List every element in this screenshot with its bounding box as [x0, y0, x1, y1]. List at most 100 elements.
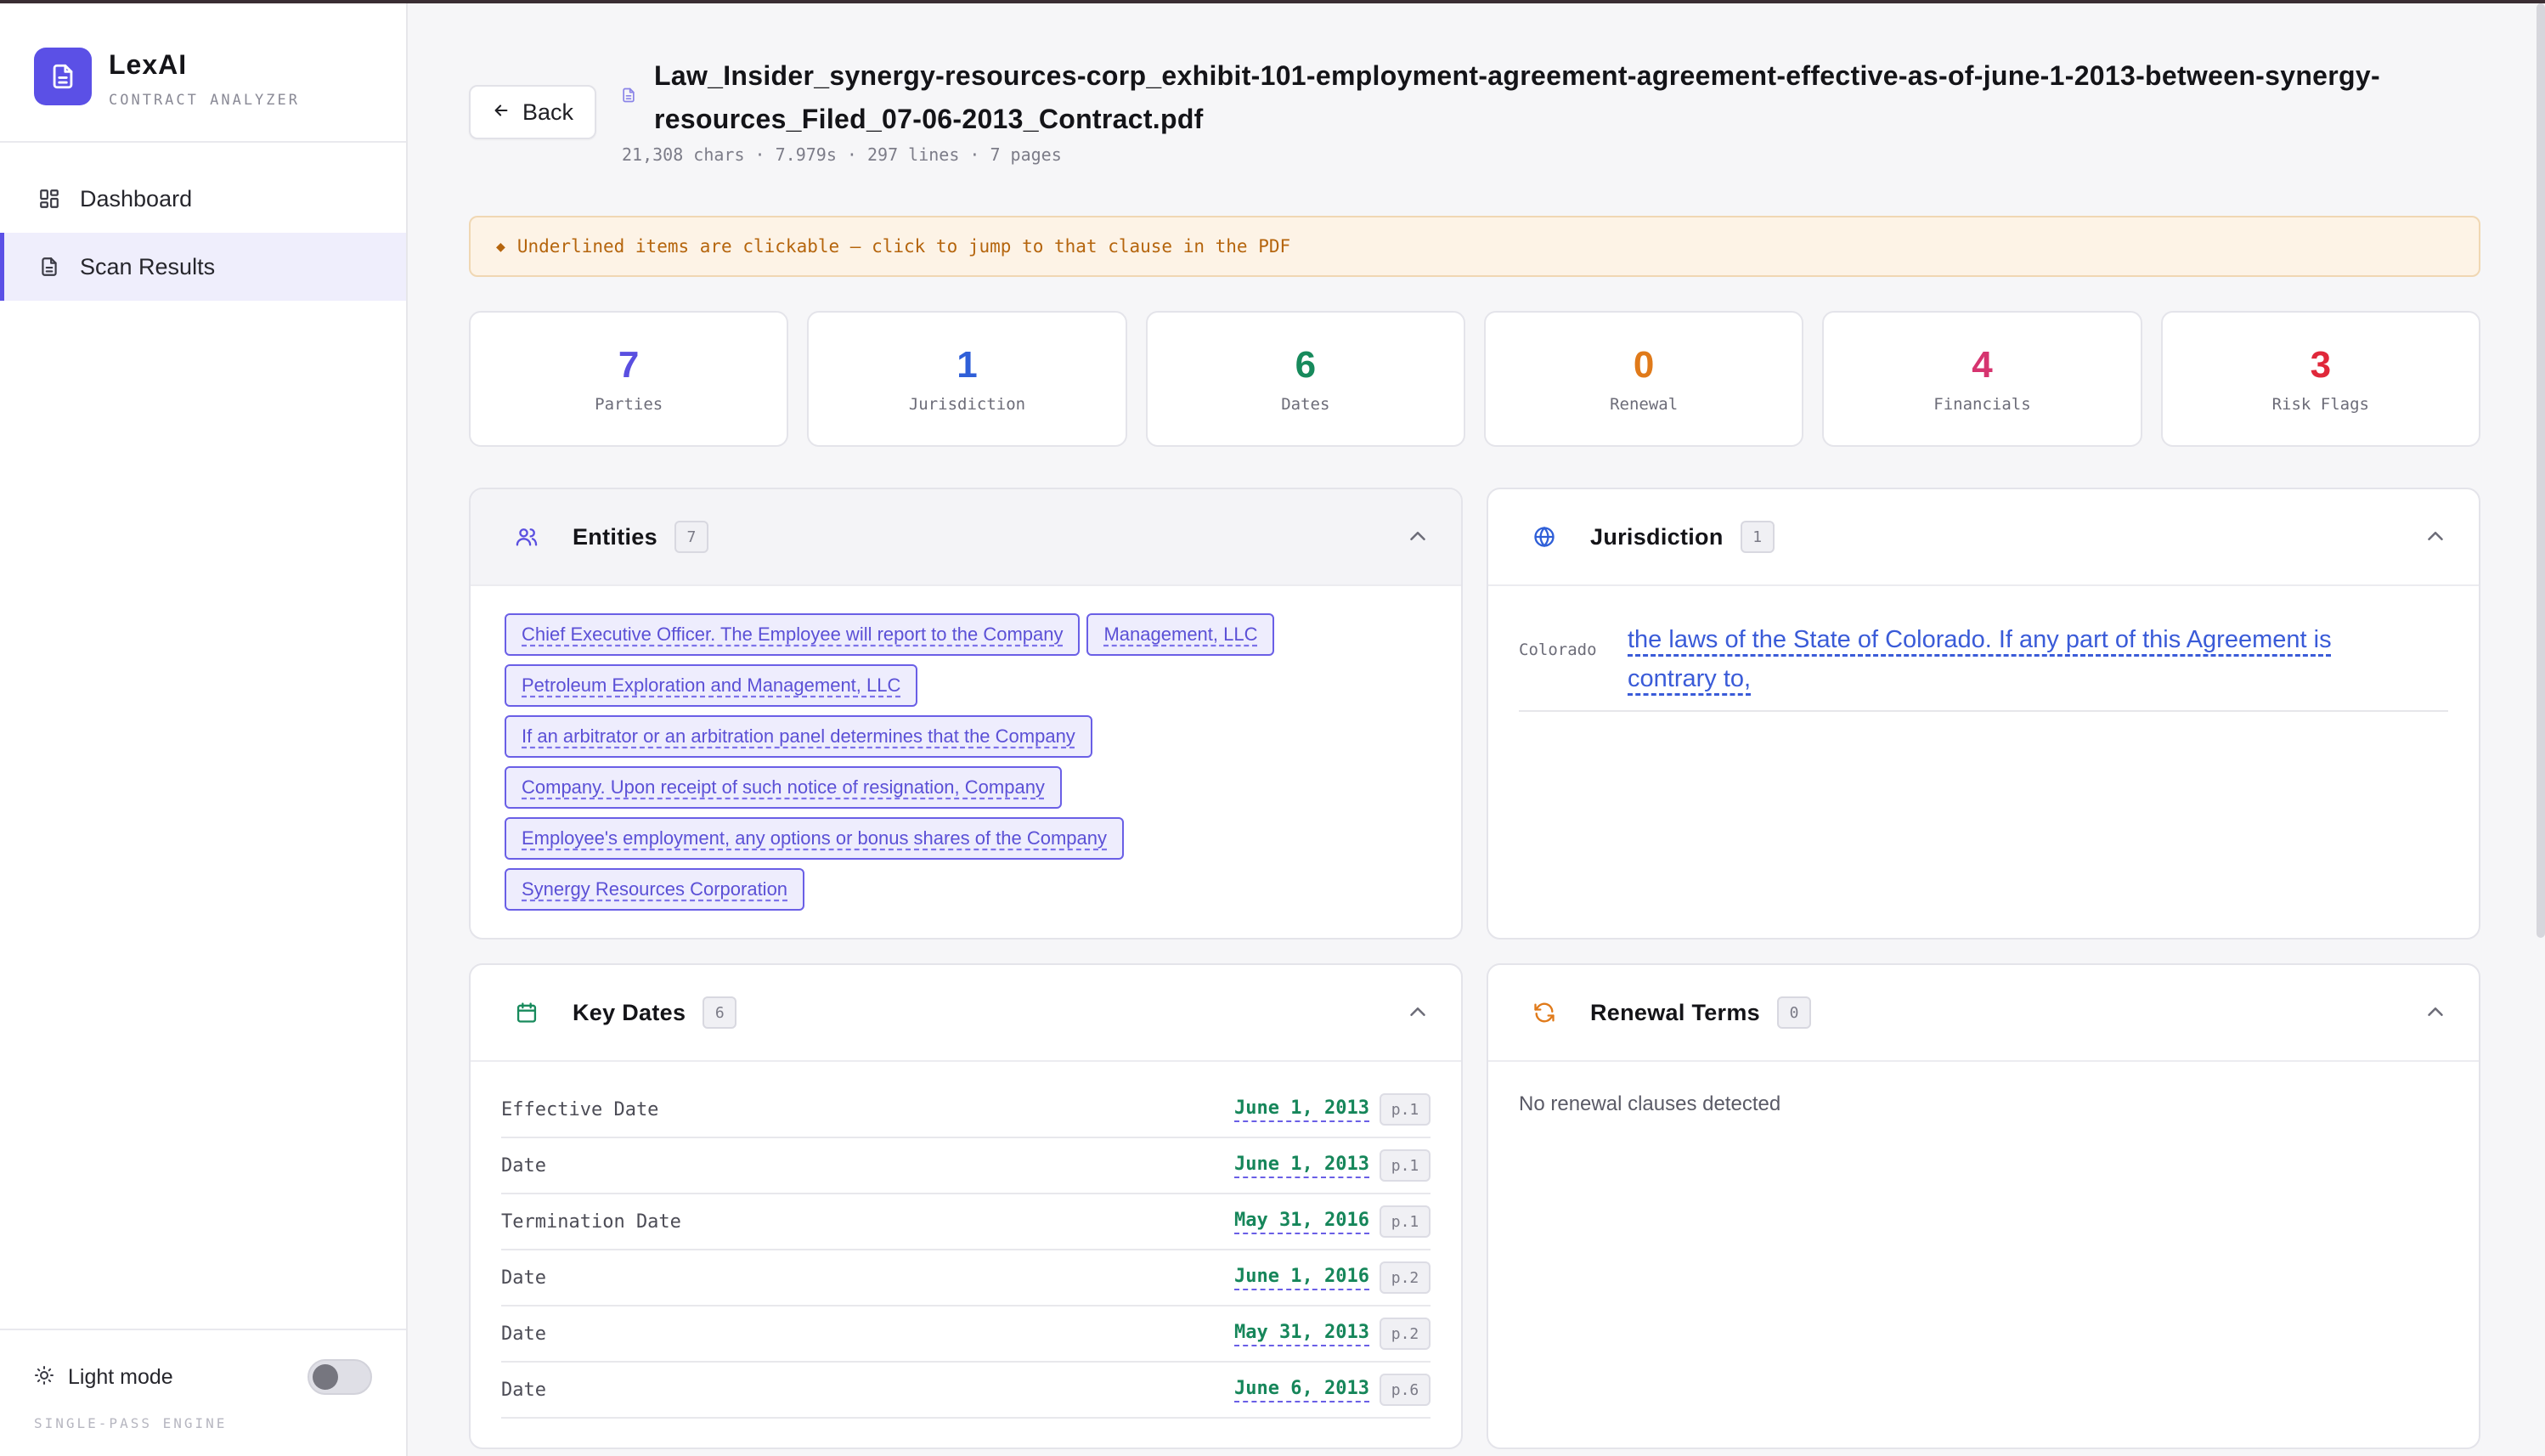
jurisdiction-card: Jurisdiction 1 Colorado the laws of the …: [1487, 488, 2480, 940]
brand: LexAI CONTRACT ANALYZER: [0, 3, 406, 143]
entity-chip[interactable]: Chief Executive Officer. The Employee wi…: [505, 613, 1081, 656]
renewal-terms-card: Renewal Terms 0 No renewal clauses detec…: [1487, 963, 2480, 1449]
file-name: Law_Insider_synergy-resources-corp_exhib…: [654, 60, 2380, 134]
date-value-link[interactable]: May 31, 2013: [1234, 1322, 1369, 1346]
date-value-link[interactable]: June 1, 2013: [1234, 1154, 1369, 1178]
users-icon: [513, 523, 540, 550]
date-value-link[interactable]: June 1, 2013: [1234, 1098, 1369, 1122]
page-tag[interactable]: p.1: [1380, 1093, 1431, 1126]
chevron-up-icon[interactable]: [2423, 523, 2448, 549]
date-value-link[interactable]: May 31, 2016: [1234, 1210, 1369, 1234]
entities-card: Entities 7 Chief Executive Officer. The …: [469, 488, 1463, 940]
stat-value: 3: [2310, 344, 2332, 386]
stat-value: 6: [1295, 344, 1317, 386]
stat-card-parties: 7 Parties: [469, 311, 789, 447]
key-dates-header[interactable]: Key Dates 6: [471, 965, 1461, 1062]
page-scrollbar[interactable]: [2537, 3, 2545, 938]
entity-chip[interactable]: Management, LLC: [1086, 613, 1275, 656]
sidebar-item-label: Scan Results: [80, 253, 216, 279]
jurisdiction-header[interactable]: Jurisdiction 1: [1488, 489, 2479, 586]
refresh-icon: [1531, 999, 1558, 1026]
entity-chip[interactable]: If an arbitrator or an arbitration panel…: [505, 715, 1092, 758]
notice-text: Underlined items are clickable — click t…: [516, 236, 1291, 257]
globe-icon: [1531, 523, 1558, 550]
date-row: Date June 1, 2013 p.1: [501, 1138, 1431, 1194]
file-meta: 21,308 chars · 7.979s · 297 lines · 7 pa…: [622, 144, 1062, 165]
date-value-link[interactable]: June 1, 2016: [1234, 1266, 1369, 1290]
page-tag[interactable]: p.2: [1380, 1318, 1431, 1350]
back-label: Back: [522, 99, 574, 125]
stat-card-renewal: 0 Renewal: [1483, 311, 1804, 447]
key-dates-count-badge: 6: [703, 996, 737, 1029]
date-row: Date May 31, 2013 p.2: [501, 1306, 1431, 1363]
page-tag[interactable]: p.1: [1380, 1205, 1431, 1238]
stat-value: 4: [1972, 344, 1993, 386]
brand-subtitle: CONTRACT ANALYZER: [109, 92, 300, 109]
chevron-up-icon[interactable]: [1405, 999, 1431, 1024]
chevron-up-icon[interactable]: [1405, 523, 1431, 549]
date-label: Date: [501, 1379, 546, 1401]
sun-icon: [34, 1365, 54, 1390]
stat-card-dates: 6 Dates: [1145, 311, 1465, 447]
sidebar-footer: Light mode SINGLE-PASS ENGINE: [0, 1329, 406, 1456]
date-row: Termination Date May 31, 2016 p.1: [501, 1194, 1431, 1250]
stat-card-financials: 4 Financials: [1822, 311, 2142, 447]
date-label: Date: [501, 1154, 546, 1177]
toggle-knob: [313, 1364, 338, 1390]
stat-label: Renewal: [1610, 395, 1679, 414]
theme-label: Light mode: [68, 1364, 173, 1389]
brand-name: LexAI: [109, 49, 188, 80]
renewal-header[interactable]: Renewal Terms 0: [1488, 965, 2479, 1062]
renewal-title: Renewal Terms: [1590, 999, 1760, 1025]
date-label: Effective Date: [501, 1098, 659, 1120]
sidebar-item-scan-results[interactable]: Scan Results: [0, 233, 406, 301]
stat-card-risk-flags: 3 Risk Flags: [2160, 311, 2480, 447]
page-tag[interactable]: p.1: [1380, 1149, 1431, 1182]
key-dates-list: Effective Date June 1, 2013 p.1 Date Jun…: [471, 1062, 1461, 1419]
entity-chip[interactable]: Employee's employment, any options or bo…: [505, 817, 1125, 860]
sidebar-item-label: Dashboard: [80, 185, 193, 212]
jurisdiction-key: Colorado: [1519, 641, 1597, 659]
page-tag[interactable]: p.6: [1380, 1374, 1431, 1406]
date-row: Effective Date June 1, 2013 p.1: [501, 1082, 1431, 1138]
document-logo-icon: [34, 48, 92, 105]
date-row: Date June 1, 2016 p.2: [501, 1250, 1431, 1306]
stat-label: Parties: [595, 395, 663, 414]
stat-label: Jurisdiction: [908, 395, 1026, 414]
jurisdiction-title: Jurisdiction: [1590, 523, 1724, 550]
chevron-up-icon[interactable]: [2423, 999, 2448, 1024]
entity-chip[interactable]: Synergy Resources Corporation: [505, 868, 805, 911]
date-label: Termination Date: [501, 1211, 681, 1233]
date-label: Date: [501, 1323, 546, 1345]
jurisdiction-row: Colorado the laws of the State of Colora…: [1519, 620, 2448, 712]
theme-row: Light mode: [34, 1356, 372, 1398]
stat-value: 1: [956, 344, 978, 386]
entities-count-badge: 7: [674, 521, 708, 553]
page-tag[interactable]: p.2: [1380, 1261, 1431, 1294]
sidebar-item-dashboard[interactable]: Dashboard: [0, 165, 406, 233]
arrow-left-icon: [492, 99, 511, 126]
entity-chip[interactable]: Petroleum Exploration and Management, LL…: [505, 664, 918, 707]
entity-chip[interactable]: Company. Upon receipt of such notice of …: [505, 766, 1062, 809]
stat-label: Dates: [1281, 395, 1330, 414]
date-row: Date June 6, 2013 p.6: [501, 1363, 1431, 1419]
jurisdiction-clause-link[interactable]: the laws of the State of Colorado. If an…: [1628, 620, 2418, 698]
sidebar-nav: Dashboard Scan Results: [0, 165, 406, 301]
renewal-count-badge: 0: [1776, 996, 1811, 1029]
clickable-notice: ◆ Underlined items are clickable — click…: [469, 216, 2480, 277]
stat-label: Risk Flags: [2271, 395, 2369, 414]
file-icon: [620, 85, 637, 110]
jurisdiction-list: Colorado the laws of the State of Colora…: [1488, 586, 2479, 712]
diamond-icon: ◆: [496, 237, 505, 256]
key-dates-card: Key Dates 6 Effective Date June 1, 2013 …: [469, 963, 1463, 1449]
document-icon: [37, 255, 61, 279]
back-button[interactable]: Back: [469, 85, 596, 139]
date-label: Date: [501, 1267, 546, 1289]
calendar-icon: [513, 999, 540, 1026]
theme-toggle[interactable]: [308, 1359, 372, 1395]
stat-label: Financials: [1933, 395, 2031, 414]
entities-title: Entities: [573, 523, 657, 550]
stat-value: 0: [1633, 344, 1655, 386]
date-value-link[interactable]: June 6, 2013: [1234, 1378, 1369, 1402]
entities-header[interactable]: Entities 7: [471, 489, 1461, 586]
